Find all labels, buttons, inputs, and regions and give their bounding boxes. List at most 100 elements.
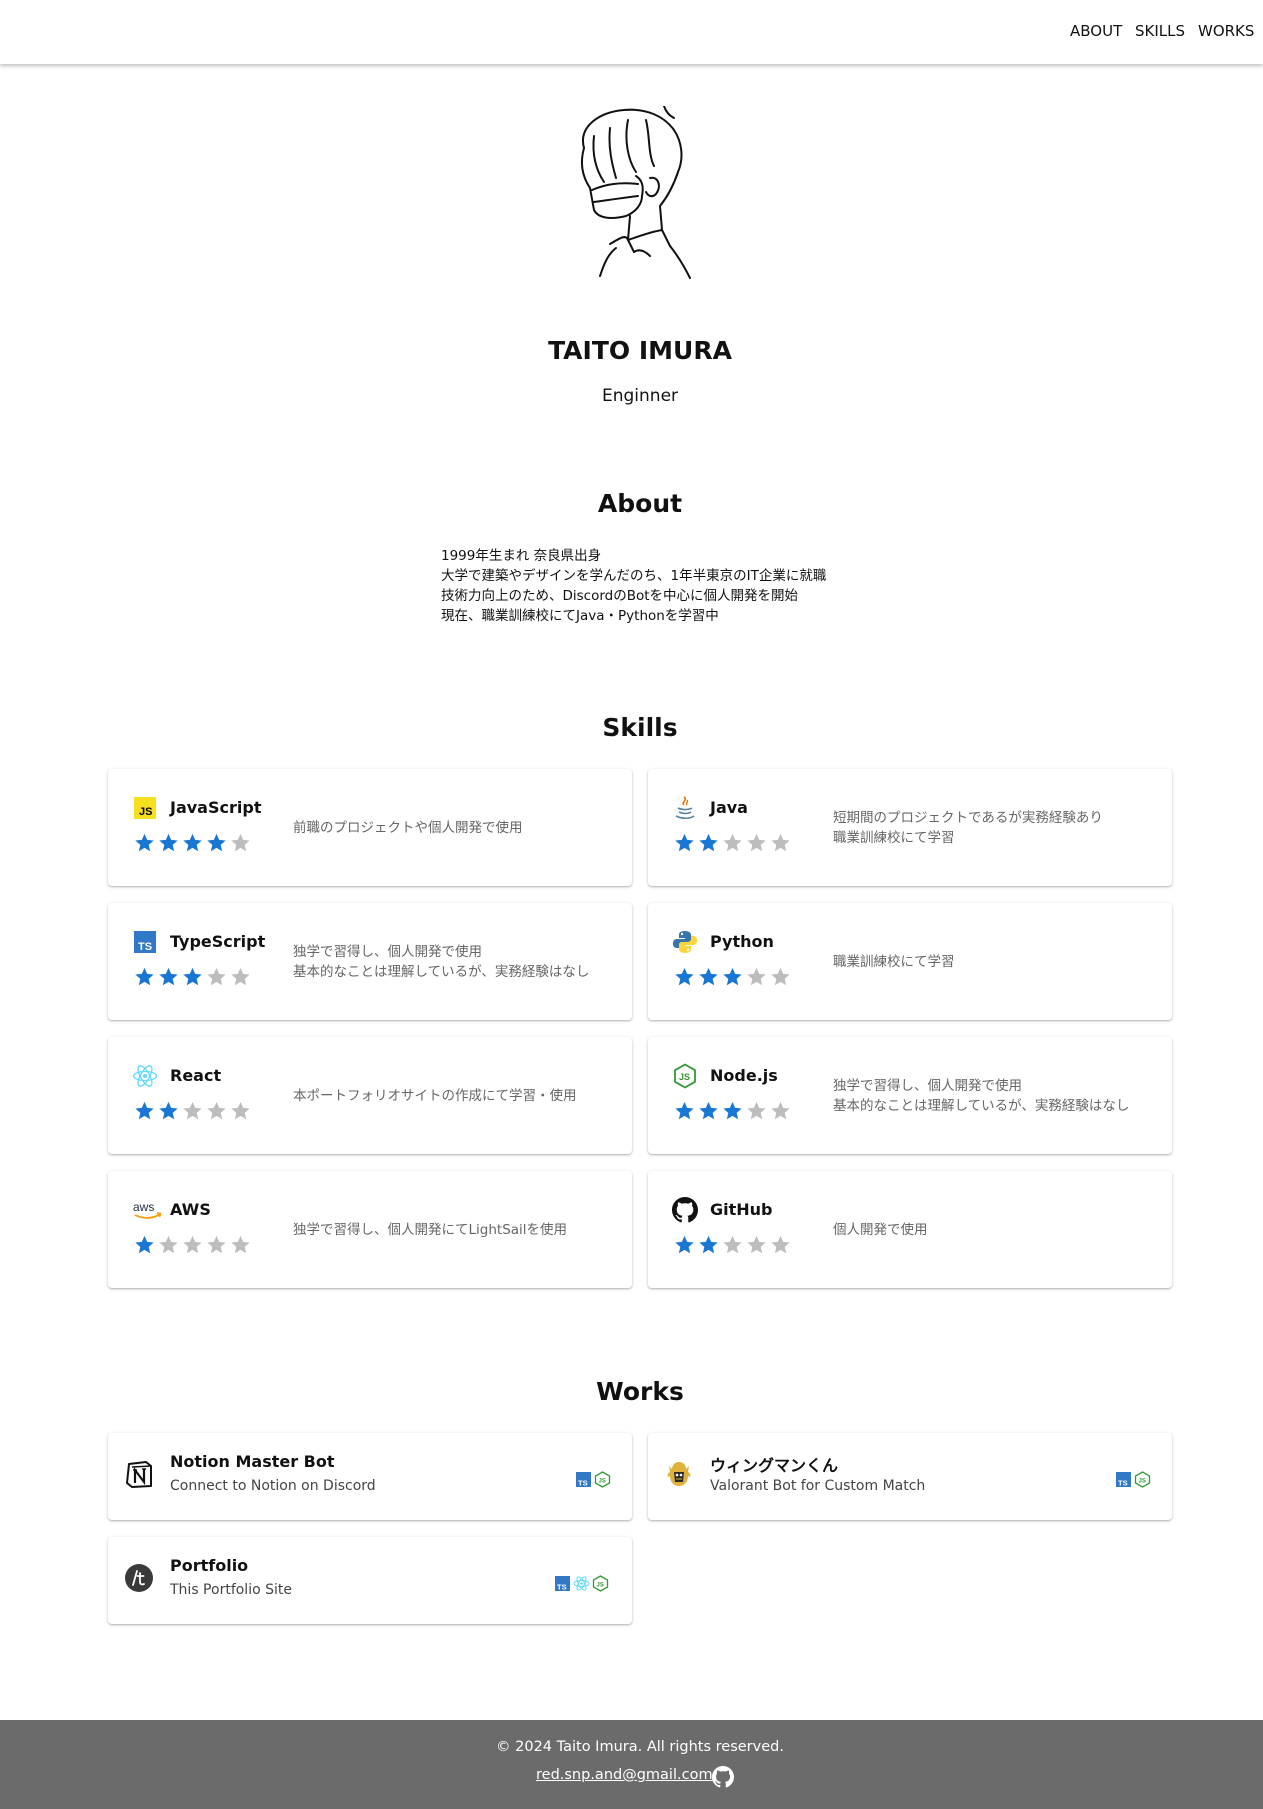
svg-text:JS: JS (1139, 1479, 1146, 1485)
star-filled-icon (183, 833, 202, 852)
avatar-illustration (581, 106, 691, 279)
star-rating (133, 832, 252, 854)
star-empty-icon (723, 833, 742, 852)
star-empty-icon (183, 1235, 202, 1254)
typescript-icon: TS (1116, 1472, 1131, 1488)
skill-card-python: Python 職業訓練校にて学習 (648, 903, 1172, 1020)
skills-heading: Skills (602, 713, 678, 742)
star-filled-icon (183, 967, 202, 986)
copyright-text: © 2024 Taito Imura. All rights reserved. (496, 1739, 784, 1755)
portfolio-logo-icon (125, 1564, 153, 1592)
about-line: 技術力向上のため、DiscordのBotを中心に個人開発を開始 (441, 588, 799, 604)
star-empty-icon (159, 1235, 178, 1254)
about-line: 現在、職業訓練校にてJava・Pythonを学習中 (441, 608, 719, 624)
footer-email-link[interactable]: red.snp.and@gmail.com (536, 1767, 713, 1783)
skill-description: 短期間のプロジェクトであるが実務経験あり 職業訓練校にて学習 (833, 769, 1163, 886)
python-icon (673, 931, 697, 953)
star-filled-icon (675, 1101, 694, 1120)
star-empty-icon (207, 1101, 226, 1120)
nav-skills-link[interactable]: SKILLS (1135, 22, 1185, 40)
work-title: Portfolio (170, 1556, 249, 1575)
skill-description: 本ポートフォリオサイトの作成にて学習・使用 (293, 1037, 623, 1154)
star-empty-icon (747, 1235, 766, 1254)
star-filled-icon (675, 833, 694, 852)
nodejs-icon: JS (594, 1471, 611, 1488)
nodejs-icon: JS (592, 1575, 609, 1592)
javascript-icon: JS (134, 797, 156, 819)
skill-desc-line: 個人開発で使用 (833, 1221, 928, 1238)
svg-text:aws: aws (133, 1200, 154, 1214)
work-subtitle: Connect to Notion on Discord (170, 1478, 376, 1494)
svg-text:TS: TS (578, 1479, 588, 1488)
github-icon (672, 1197, 698, 1223)
star-filled-icon (135, 833, 154, 852)
svg-text:JS: JS (139, 806, 152, 818)
skill-desc-line: 独学で習得し、個人開発で使用 (833, 1077, 1022, 1094)
java-icon (675, 796, 695, 820)
skill-desc-line: 職業訓練校にて学習 (833, 953, 955, 970)
svg-text:TS: TS (138, 941, 152, 953)
star-rating (673, 832, 792, 854)
skill-card-java: Java 短期間のプロジェクトであるが実務経験あり 職業訓練校にて学習 (648, 769, 1172, 886)
svg-text:JS: JS (679, 1072, 690, 1082)
typescript-icon: TS (576, 1472, 591, 1488)
skill-desc-line: 本ポートフォリオサイトの作成にて学習・使用 (293, 1087, 577, 1104)
skill-name: TypeScript (170, 932, 266, 951)
star-empty-icon (771, 1235, 790, 1254)
tech-stack: TS JS (575, 1471, 611, 1488)
github-icon[interactable] (712, 1766, 734, 1788)
star-empty-icon (747, 967, 766, 986)
work-card-wingman[interactable]: ウィングマンくん Valorant Bot for Custom Match T… (648, 1433, 1172, 1520)
skill-desc-line: 基本的なことは理解しているが、実務経験はなし (293, 963, 590, 980)
works-heading: Works (596, 1377, 684, 1406)
skill-desc-line: 独学で習得し、個人開発で使用 (293, 943, 482, 960)
skill-description: 独学で習得し、個人開発で使用 基本的なことは理解しているが、実務経験はなし (293, 903, 623, 1020)
skill-desc-line: 職業訓練校にて学習 (833, 829, 955, 846)
svg-text:JS: JS (597, 1583, 604, 1589)
skill-name: GitHub (710, 1200, 773, 1219)
skill-card-typescript: TS TypeScript 独学で習得し、個人開発で使用 基本的なことは理解して… (108, 903, 632, 1020)
about-line: 1999年生まれ 奈良県出身 (441, 548, 602, 564)
star-filled-icon (699, 967, 718, 986)
notion-icon (126, 1461, 152, 1488)
skill-description: 独学で習得し、個人開発にてLightSailを使用 (293, 1171, 623, 1288)
nav-works-link[interactable]: WORKS (1198, 22, 1254, 40)
nav-about-link[interactable]: ABOUT (1070, 22, 1122, 40)
svg-text:JS: JS (599, 1479, 606, 1485)
react-icon (573, 1576, 590, 1591)
star-filled-icon (135, 1235, 154, 1254)
skill-desc-line: 短期間のプロジェクトであるが実務経験あり (833, 809, 1103, 826)
skill-name: Java (710, 798, 748, 817)
star-empty-icon (771, 967, 790, 986)
star-empty-icon (183, 1101, 202, 1120)
star-filled-icon (723, 967, 742, 986)
star-rating (673, 1100, 792, 1122)
work-card-notion-master-bot[interactable]: Notion Master Bot Connect to Notion on D… (108, 1433, 632, 1520)
star-rating (133, 966, 252, 988)
star-filled-icon (159, 833, 178, 852)
skill-description: 職業訓練校にて学習 (833, 903, 1163, 1020)
svg-text:TS: TS (1118, 1479, 1128, 1488)
aws-icon: aws (133, 1200, 162, 1219)
skill-desc-line: 独学で習得し、個人開発にてLightSailを使用 (293, 1221, 568, 1238)
star-empty-icon (771, 1101, 790, 1120)
star-empty-icon (723, 1235, 742, 1254)
star-rating (133, 1234, 252, 1256)
star-filled-icon (699, 1235, 718, 1254)
work-card-portfolio[interactable]: Portfolio This Portfolio Site TS JS (108, 1537, 632, 1624)
about-text: 1999年生まれ 奈良県出身 大学で建築やデザインを学んだのち、1年半東京のIT… (441, 546, 826, 626)
skill-card-github: GitHub 個人開発で使用 (648, 1171, 1172, 1288)
svg-text:TS: TS (557, 1583, 567, 1592)
skill-name: React (170, 1066, 222, 1085)
star-empty-icon (231, 1235, 250, 1254)
star-filled-icon (723, 1101, 742, 1120)
star-filled-icon (159, 967, 178, 986)
skill-description: 前職のプロジェクトや個人開発で使用 (293, 769, 623, 886)
work-subtitle: Valorant Bot for Custom Match (710, 1478, 926, 1494)
work-subtitle: This Portfolio Site (170, 1582, 292, 1598)
star-empty-icon (231, 833, 250, 852)
tech-stack: TS JS (1115, 1471, 1151, 1488)
nodejs-icon: JS (674, 1063, 696, 1089)
typescript-icon: TS (134, 931, 156, 953)
skill-name: JavaScript (170, 798, 262, 817)
